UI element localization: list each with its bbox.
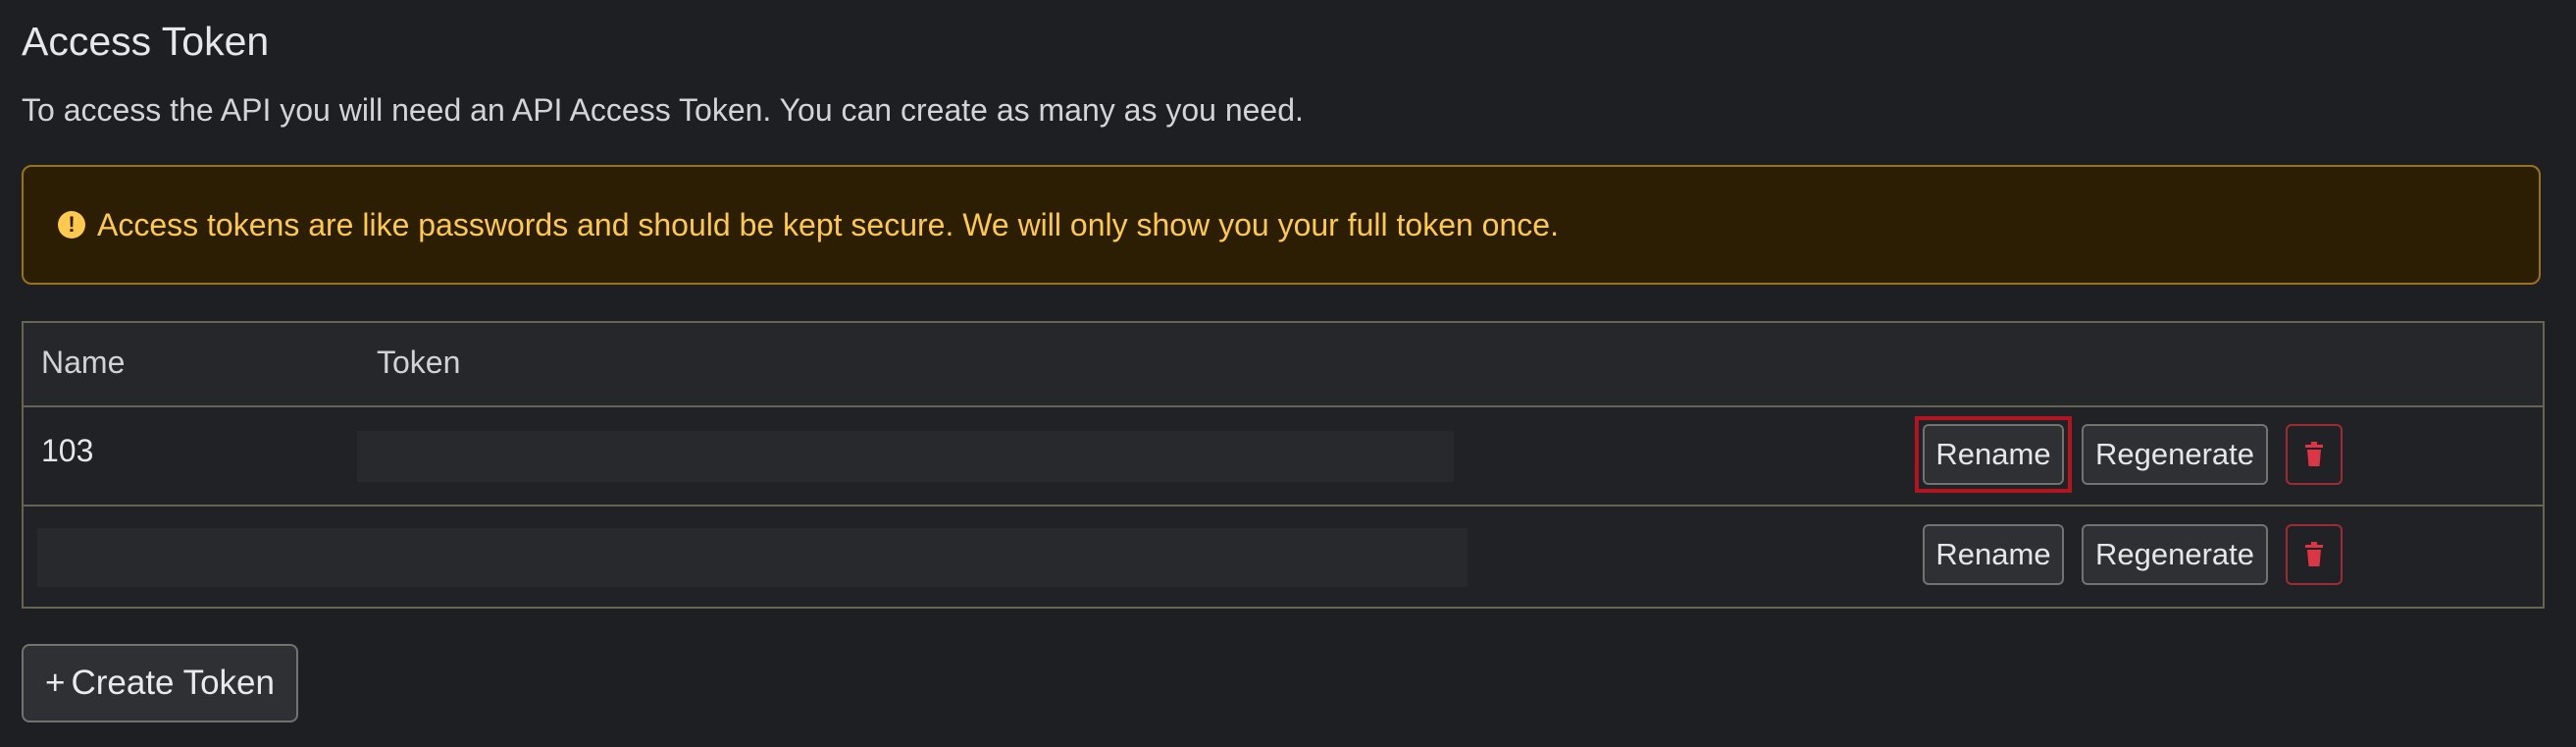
- table-row: 103 Rename Regenerate: [24, 407, 2543, 507]
- regenerate-button[interactable]: Regenerate: [2082, 424, 2268, 485]
- table-header: Name Token: [24, 323, 2543, 407]
- create-token-button[interactable]: + Create Token: [22, 644, 298, 722]
- token-name: 103: [41, 433, 94, 468]
- token-table: Name Token 103 Rename Regenerate Rename …: [22, 321, 2545, 609]
- exclamation-circle-icon: !: [58, 211, 85, 239]
- create-token-label: Create Token: [71, 664, 275, 702]
- page-description: To access the API you will need an API A…: [22, 92, 1304, 128]
- table-row: Rename Regenerate: [24, 507, 2543, 607]
- rename-button[interactable]: Rename: [1923, 524, 2064, 585]
- redacted-token: [37, 528, 1468, 587]
- plus-icon: +: [45, 664, 66, 702]
- trash-icon: [2305, 542, 2323, 566]
- alert-text: Access tokens are like passwords and sho…: [97, 206, 1559, 242]
- page-title: Access Token: [22, 19, 270, 64]
- column-header-name: Name: [41, 345, 126, 380]
- trash-icon: [2305, 442, 2323, 466]
- column-header-token: Token: [377, 345, 461, 380]
- delete-button[interactable]: [2286, 524, 2343, 585]
- redacted-token: [357, 431, 1454, 482]
- warning-alert: ! Access tokens are like passwords and s…: [22, 165, 2541, 285]
- regenerate-button[interactable]: Regenerate: [2082, 524, 2268, 585]
- rename-button[interactable]: Rename: [1923, 424, 2064, 485]
- delete-button[interactable]: [2286, 424, 2343, 485]
